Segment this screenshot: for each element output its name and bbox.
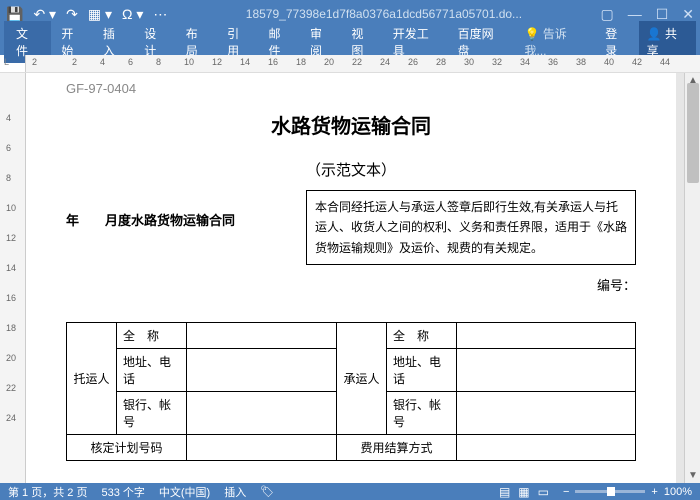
- doc-title: 水路货物运输合同: [66, 110, 636, 139]
- zoom-out-icon[interactable]: −: [563, 486, 569, 498]
- table-row: 核定计划号码 费用结算方式: [67, 435, 636, 461]
- zoom-in-icon[interactable]: +: [651, 486, 657, 498]
- cell-carrier: 承运人: [337, 323, 387, 435]
- status-mode[interactable]: 插入: [224, 484, 246, 500]
- horizontal-ruler-bar: L 2 2 4 6 8 10 12 14 16 18 20 22 24 26 2…: [0, 55, 700, 73]
- horizontal-ruler[interactable]: 2 2 4 6 8 10 12 14 16 18 20 22 24 26 28 …: [26, 55, 700, 72]
- cell-shipper: 托运人: [67, 323, 117, 435]
- cell-plan: 核定计划号码: [67, 435, 187, 461]
- doc-notice-box: 本合同经托运人与承运人签章后即行生效,有关承运人与托运人、收货人之间的权利、义务…: [306, 190, 636, 265]
- bulb-icon: 💡: [524, 27, 539, 41]
- cell-fullname-l: 全 称: [117, 323, 187, 349]
- doc-code: GF-97-0404: [66, 81, 636, 96]
- view-buttons: ▤ ▦ ▭: [499, 485, 549, 499]
- cell-bank-l: 银行、帐号: [117, 392, 187, 435]
- scrollbar-thumb[interactable]: [687, 83, 699, 183]
- ribbon-tabs: 文件 开始 插入 设计 布局 引用 邮件 审阅 视图 开发工具 百度网盘 💡 告…: [0, 28, 700, 55]
- zoom-level[interactable]: 100%: [664, 486, 692, 498]
- cell-fullname-r: 全 称: [387, 323, 457, 349]
- zoom-control: − + 100%: [563, 486, 692, 498]
- print-layout-icon[interactable]: ▦: [518, 485, 529, 499]
- cell-blank: [187, 392, 337, 435]
- cell-addrtel-l: 地址、电话: [117, 349, 187, 392]
- zoom-slider[interactable]: [575, 490, 645, 493]
- ruler-corner[interactable]: L: [0, 55, 26, 72]
- cell-blank: [457, 392, 636, 435]
- cell-blank: [187, 323, 337, 349]
- status-page[interactable]: 第 1 页，共 2 页: [8, 484, 87, 500]
- vertical-scrollbar[interactable]: ▲ ▼: [684, 73, 700, 483]
- share-icon: 👤: [647, 27, 662, 41]
- web-layout-icon[interactable]: ▭: [538, 485, 549, 499]
- vertical-ruler[interactable]: 4 6 8 10 12 14 16 18 20 22 24: [0, 73, 26, 483]
- doc-subtitle: （示范文本）: [66, 159, 636, 180]
- cell-blank: [187, 349, 337, 392]
- status-bar: 第 1 页，共 2 页 533 个字 中文(中国) 插入 🏷 ▤ ▦ ▭ − +…: [0, 483, 700, 500]
- cell-blank: [457, 435, 636, 461]
- read-mode-icon[interactable]: ▤: [499, 485, 510, 499]
- zoom-slider-thumb[interactable]: [607, 487, 615, 496]
- contract-table: 托运人 全 称 承运人 全 称 地址、电话 地址、电话 银行、帐号 银行、帐号: [66, 322, 636, 461]
- cell-settle: 费用结算方式: [337, 435, 457, 461]
- scroll-down-icon[interactable]: ▼: [688, 470, 698, 481]
- table-row: 托运人 全 称 承运人 全 称: [67, 323, 636, 349]
- status-words[interactable]: 533 个字: [101, 484, 144, 500]
- status-extra-icon[interactable]: 🏷: [260, 485, 274, 498]
- window-title: 18579_77398e1d7f8a0376a1dcd56771a05701.d…: [167, 7, 600, 21]
- status-lang[interactable]: 中文(中国): [159, 484, 210, 500]
- doc-serial-label: 编号：: [66, 275, 636, 294]
- workspace: 4 6 8 10 12 14 16 18 20 22 24 GF-97-0404…: [0, 73, 700, 483]
- doc-left-heading: 年 月度水路货物运输合同: [66, 190, 296, 265]
- cell-blank: [457, 349, 636, 392]
- cell-blank: [457, 323, 636, 349]
- cell-bank-r: 银行、帐号: [387, 392, 457, 435]
- document-page[interactable]: GF-97-0404 水路货物运输合同 （示范文本） 年 月度水路货物运输合同 …: [26, 73, 676, 483]
- cell-addrtel-r: 地址、电话: [387, 349, 457, 392]
- cell-blank: [187, 435, 337, 461]
